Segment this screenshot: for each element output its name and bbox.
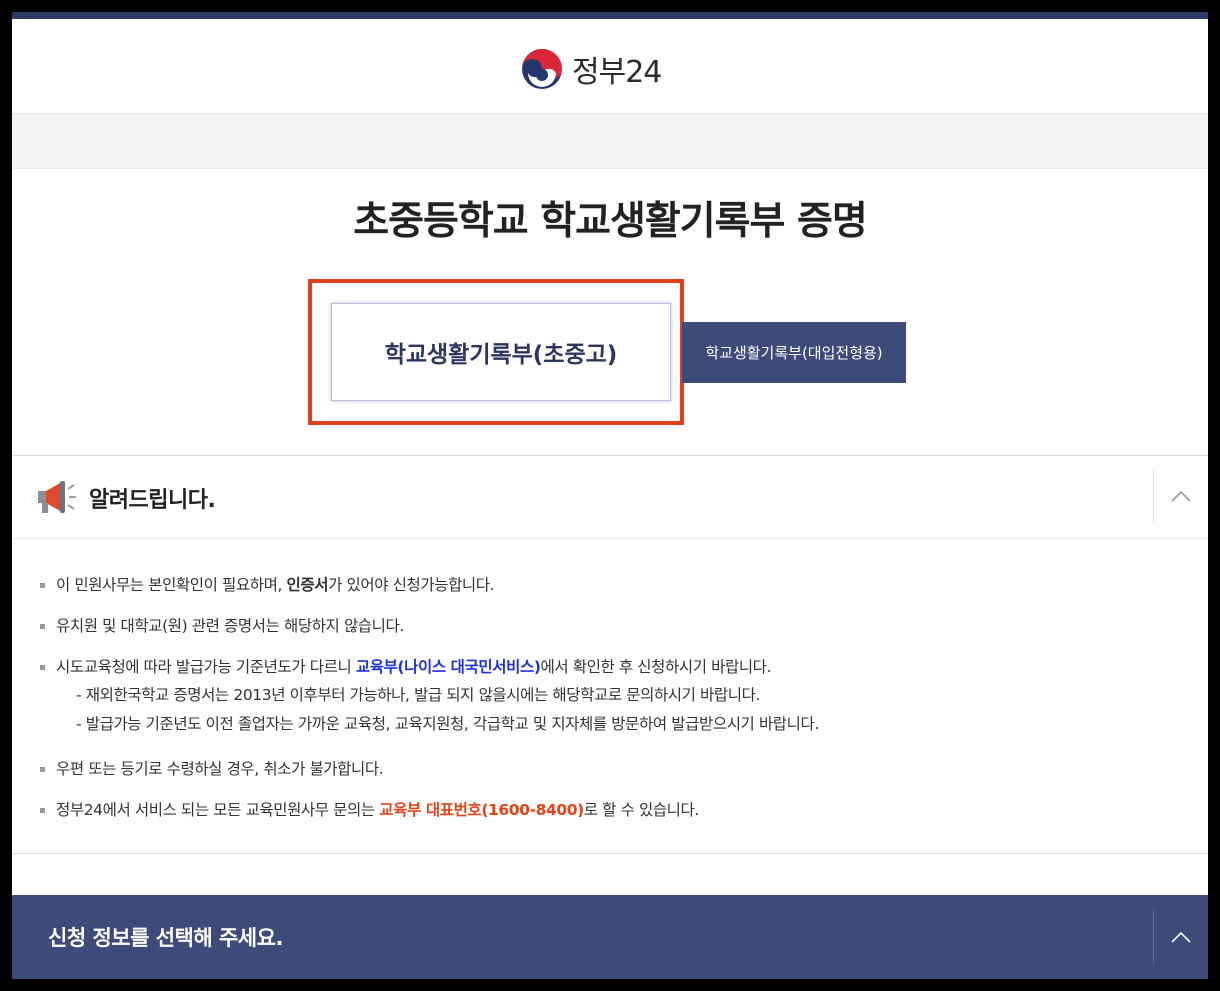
neis-service-link[interactable]: 교육부(나이스 대국민서비스)	[356, 658, 541, 676]
ministry-phone-number: 교육부 대표번호(1600-8400)	[379, 801, 584, 819]
notice-item: 우편 또는 등기로 수령하실 경우, 취소가 불가합니다.	[40, 758, 1190, 780]
taegeuk-logo-icon	[522, 49, 562, 89]
apply-info-title: 신청 정보를 선택해 주세요.	[48, 926, 283, 950]
notice-item-text: 정부24에서 서비스 되는 모든 교육민원사무 문의는	[56, 801, 380, 819]
notice-item-text: 유치원 및 대학교(원) 관련 증명서는 해당하지 않습니다.	[56, 617, 404, 635]
top-accent-line	[12, 12, 1208, 19]
site-logo[interactable]: 정부24	[520, 47, 662, 91]
notice-item-text: 에서 확인한 후 신청하시기 바랍니다.	[540, 658, 772, 676]
megaphone-icon	[38, 481, 76, 513]
notice-header: 알려드립니다.	[12, 456, 1208, 539]
tab-school-record-elementary[interactable]: 학교생활기록부(초중고)	[331, 303, 671, 401]
notice-list: 이 민원사무는 본인확인이 필요하며, 인증서가 있어야 신청가능합니다. 유치…	[40, 574, 1190, 840]
site-header: 정부24	[12, 19, 1208, 114]
notice-item: 유치원 및 대학교(원) 관련 증명서는 해당하지 않습니다.	[40, 615, 1190, 637]
apply-info-section-header: 신청 정보를 선택해 주세요.	[12, 895, 1208, 979]
certificate-bold-text: 인증서	[286, 576, 329, 594]
browser-viewport: 정부24 초중등학교 학교생활기록부 증명 학교생활기록부(초중고) 학교생활기…	[12, 12, 1208, 979]
notice-subitem: - 재외한국학교 증명서는 2013년 이후부터 가능하나, 발급 되지 않을시…	[76, 686, 761, 704]
page-title: 초중등학교 학교생활기록부 증명	[353, 199, 867, 244]
notice-subitem: - 발급가능 기준년도 이전 졸업자는 가까운 교육청, 교육지원청, 각급학교…	[76, 715, 819, 733]
chevron-up-icon	[1171, 931, 1191, 943]
notice-item: 시도교육청에 따라 발급가능 기준년도가 다르니 교육부(나이스 대국민서비스)…	[40, 656, 1190, 739]
apply-collapse-button[interactable]	[1153, 909, 1208, 965]
notice-item-text: 시도교육청에 따라 발급가능 기준년도가 다르니	[56, 658, 356, 676]
notice-item: 이 민원사무는 본인확인이 필요하며, 인증서가 있어야 신청가능합니다.	[40, 574, 1190, 596]
tab-school-record-admission[interactable]: 학교생활기록부(대입전형용)	[682, 322, 906, 383]
logo-text: 정부24	[572, 55, 662, 90]
breadcrumb-bar	[12, 114, 1208, 169]
notice-collapse-button[interactable]	[1153, 468, 1208, 524]
notice-item: 정부24에서 서비스 되는 모든 교육민원사무 문의는 교육부 대표번호(160…	[40, 799, 1190, 821]
notice-item-text: 가 있어야 신청가능합니다.	[328, 576, 495, 594]
notice-title: 알려드립니다.	[89, 488, 216, 513]
notice-item-text: 우편 또는 등기로 수령하실 경우, 취소가 불가합니다.	[56, 760, 384, 778]
notice-item-text: 이 민원사무는 본인확인이 필요하며,	[56, 576, 287, 594]
notice-item-text: 로 할 수 있습니다.	[583, 801, 700, 819]
notice-section: 알려드립니다. 이 민원사무는 본인확인이 필요하며, 인증서가 있어야 신청가…	[12, 455, 1208, 854]
chevron-up-icon	[1171, 490, 1191, 502]
